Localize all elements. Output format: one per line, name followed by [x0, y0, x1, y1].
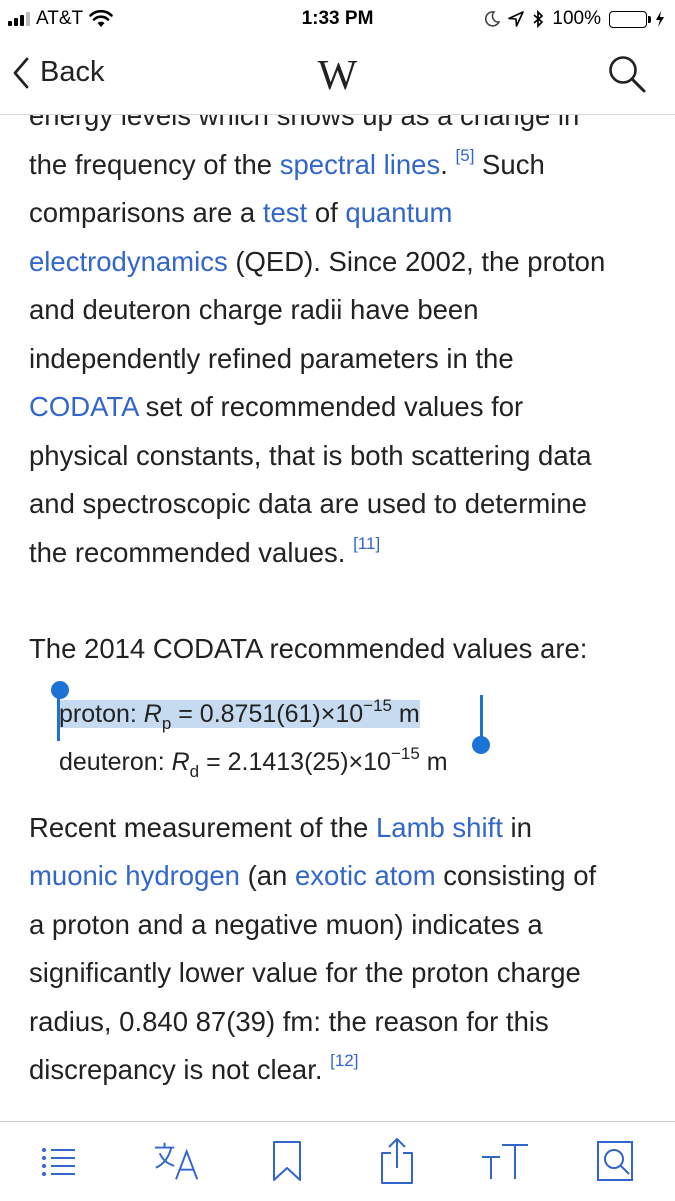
text-fragment: in — [502, 811, 532, 843]
do-not-disturb-moon-icon — [485, 11, 501, 27]
selection-start-handle[interactable] — [57, 694, 60, 741]
text-fragment: (QED). Since 2002, the proton — [227, 245, 606, 277]
location-arrow-icon — [508, 11, 525, 27]
text-line: physical constants, that is both scatter… — [29, 439, 592, 471]
find-in-page-button[interactable] — [590, 1136, 640, 1186]
link-test[interactable]: test — [263, 197, 307, 228]
text-line: the recommended values. — [29, 536, 346, 568]
codata-values-block[interactable]: proton: Rp = 0.8751(61)×10−15 m deuteron… — [29, 680, 654, 786]
navigation-bar: Back W — [0, 38, 675, 115]
link-quantum-electrodynamics-cont[interactable]: electrodynamics — [29, 246, 228, 277]
formula-label: deuteron: — [59, 747, 172, 776]
text-size-button[interactable] — [480, 1136, 530, 1186]
formula-symbol: R — [143, 699, 162, 728]
formula-unit: m — [391, 699, 420, 728]
text-fragment: (an — [239, 860, 295, 891]
text-line: radius, 0.840 87(39) fm: the reason for … — [29, 1005, 549, 1037]
text-line: Recent measurement of the — [29, 811, 376, 843]
text-line: a proton and a negative muon) indicates … — [29, 908, 543, 940]
link-exotic-atom[interactable]: exotic atom — [295, 860, 436, 891]
wikipedia-logo-text: W — [317, 53, 358, 99]
text-fragment: Such — [474, 148, 545, 180]
battery-icon — [609, 10, 651, 28]
formula-unit: m — [419, 747, 448, 776]
share-button[interactable] — [372, 1136, 422, 1186]
text-fragment: . — [440, 148, 448, 180]
reference-link-12[interactable]: [12] — [330, 1051, 358, 1070]
proton-radius-row[interactable]: proton: Rp = 0.8751(61)×10−15 m — [59, 690, 654, 738]
paragraph-codata-intro: energy levels which shows up as a change… — [29, 114, 654, 577]
status-right: 100% — [484, 8, 665, 30]
reference-link-5[interactable]: [5] — [456, 146, 475, 165]
selection-end-handle[interactable] — [480, 694, 483, 741]
paragraph-lamb-shift: Recent measurement of the Lamb shift in … — [29, 804, 654, 1095]
text-line: and spectroscopic data are used to deter… — [29, 488, 587, 519]
contents-button[interactable] — [34, 1136, 84, 1186]
deuteron-radius-row[interactable]: deuteron: Rd = 2.1413(25)×10−15 m — [59, 738, 654, 786]
bluetooth-icon — [533, 10, 544, 28]
text-fragment: set of recommended values for — [138, 391, 524, 422]
language-icon — [154, 1142, 199, 1180]
search-button[interactable] — [607, 54, 647, 99]
text-fragment: consisting of — [435, 860, 597, 891]
selected-text-proton[interactable]: proton: Rp = 0.8751(61)×10−15 m — [59, 697, 420, 732]
text-line: the frequency of the — [29, 148, 280, 180]
formula-exponent: −15 — [390, 743, 420, 763]
save-for-later-button[interactable] — [262, 1136, 312, 1186]
link-spectral-lines[interactable]: spectral lines — [280, 149, 441, 180]
text-line: and deuteron charge radii have been — [29, 294, 479, 325]
bookmark-icon — [273, 1141, 301, 1181]
contents-icon — [42, 1148, 75, 1176]
formula-subscript: d — [189, 761, 200, 781]
formula-value: = 2.1413(25)×10 — [199, 747, 391, 776]
formula-symbol: R — [171, 747, 190, 776]
wikipedia-logo[interactable]: W — [0, 52, 675, 100]
link-quantum-electrodynamics[interactable]: quantum — [345, 197, 452, 228]
formula-value: = 0.8751(61)×10 — [171, 699, 364, 728]
battery-percent: 100% — [552, 8, 601, 29]
text-line: discrepancy is not clear. — [29, 1054, 323, 1085]
link-lamb-shift[interactable]: Lamb shift — [376, 812, 503, 843]
text-line: significantly lower value for the proton… — [29, 957, 581, 988]
find-in-page-icon — [597, 1141, 633, 1181]
paragraph-codata-values-heading: The 2014 CODATA recommended values are: — [29, 633, 588, 664]
text-size-icon — [482, 1144, 528, 1179]
text-fragment: of — [307, 197, 346, 228]
text-line: energy levels which shows up as a change… — [29, 114, 580, 131]
language-button[interactable] — [153, 1136, 203, 1186]
formula-subscript: p — [161, 713, 172, 733]
selection-end-handle-knob[interactable] — [472, 735, 490, 754]
link-codata[interactable]: CODATA — [29, 391, 138, 422]
link-muonic-hydrogen[interactable]: muonic hydrogen — [29, 860, 240, 891]
article-content[interactable]: energy levels which shows up as a change… — [29, 114, 654, 1121]
search-icon — [609, 56, 646, 93]
reference-link-11[interactable]: [11] — [353, 534, 380, 553]
bottom-toolbar — [0, 1121, 675, 1201]
share-icon — [381, 1138, 413, 1184]
text-line: comparisons are a — [29, 197, 263, 228]
formula-exponent: −15 — [363, 695, 392, 715]
selection-start-handle-knob[interactable] — [51, 680, 69, 699]
text-line: independently refined parameters in the — [29, 342, 514, 374]
formula-label: proton: — [59, 699, 144, 728]
charging-bolt-icon — [656, 11, 664, 27]
status-bar: AT&T 1:33 PM 100% — [0, 0, 675, 38]
